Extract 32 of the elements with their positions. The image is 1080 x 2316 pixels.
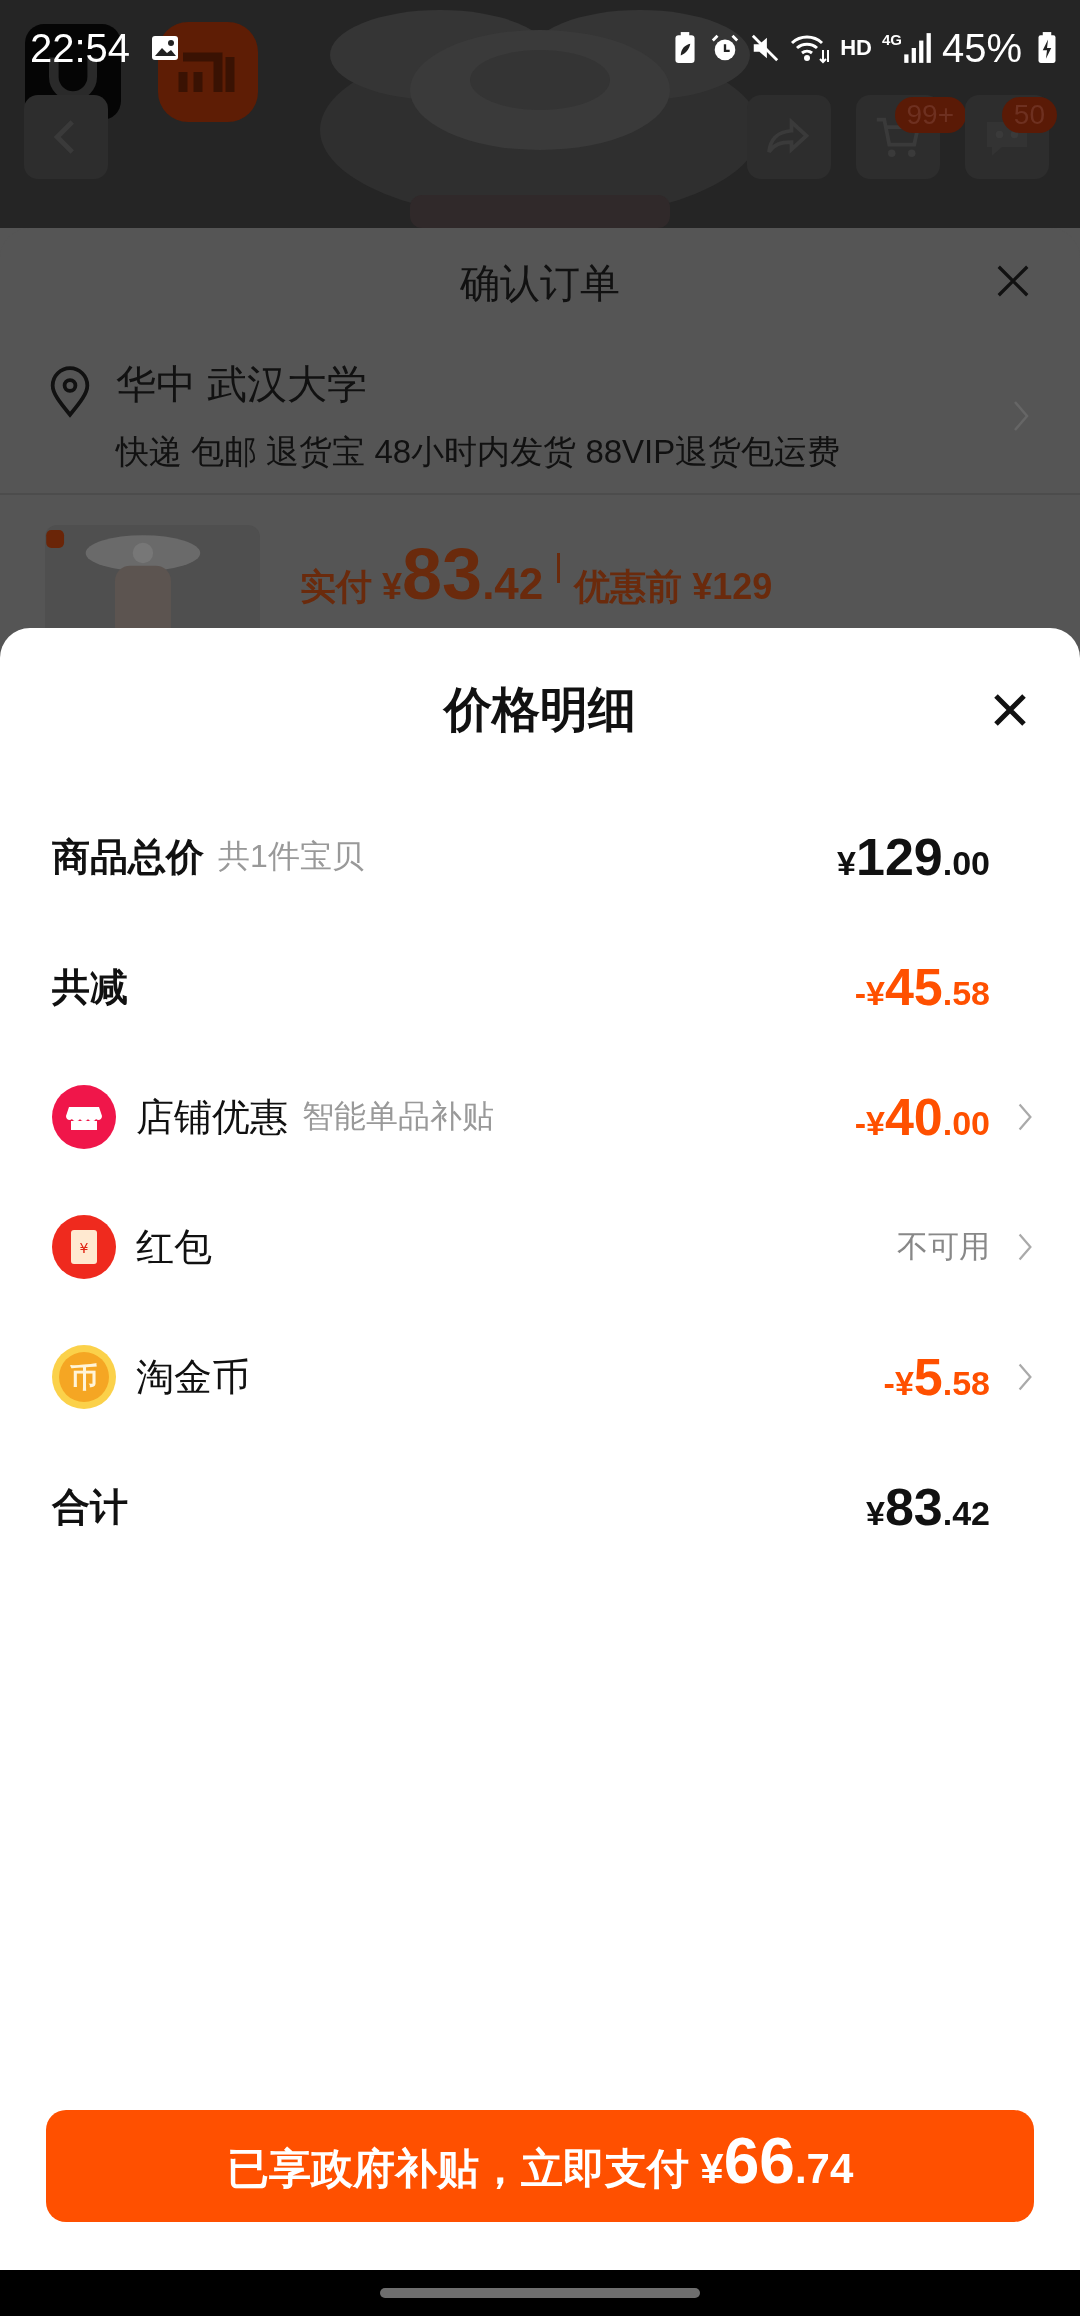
coin-icon: 币: [52, 1345, 116, 1409]
row-label: 淘金币: [136, 1354, 250, 1400]
battery-percent: 45%: [941, 25, 1022, 71]
back-button[interactable]: [24, 95, 108, 179]
price-amount: ¥129.00: [837, 827, 990, 887]
cellular-label: 4G: [881, 31, 902, 48]
delivery-services: 快递 包邮 退货宝 48小时内发货 88VIP退货包运费: [116, 431, 842, 472]
paid-price: 实付 ¥83.42: [300, 533, 544, 615]
row-note: 智能单品补贴: [302, 1097, 494, 1136]
signal-icon: [901, 31, 932, 65]
address-text: 华中 武汉大学: [116, 360, 369, 408]
status-time: 22:54: [30, 25, 131, 71]
row-label: 红包: [136, 1224, 212, 1270]
store-icon: [52, 1085, 116, 1149]
status-text: 不可用: [897, 1228, 990, 1266]
address-row[interactable]: 华中 武汉大学 快递 包邮 退货宝 48小时内发货 88VIP退货包运费: [0, 338, 1080, 495]
original-price: 优惠前 ¥129: [574, 565, 773, 609]
price-amount: -¥45.58: [854, 957, 990, 1017]
envelope-icon: ¥: [52, 1215, 116, 1279]
location-pin-icon: [48, 366, 92, 418]
row-label: 合计: [52, 1484, 128, 1530]
price-amount: ¥83.42: [865, 1477, 990, 1537]
price-amount: -¥40.00: [854, 1087, 990, 1147]
pay-button[interactable]: 已享政府补贴，立即支付 ¥66.74: [46, 2110, 1034, 2222]
sheet-title: 价格明细: [444, 682, 636, 738]
network-label: HD: [840, 35, 872, 61]
row-label: 店铺优惠: [136, 1094, 288, 1140]
order-title: 确认订单: [460, 259, 620, 307]
row-note: 共1件宝贝: [218, 837, 364, 876]
price-amount: -¥5.58: [883, 1347, 990, 1407]
row-label: 共减: [52, 964, 128, 1010]
row-label: 商品总价: [52, 834, 204, 880]
